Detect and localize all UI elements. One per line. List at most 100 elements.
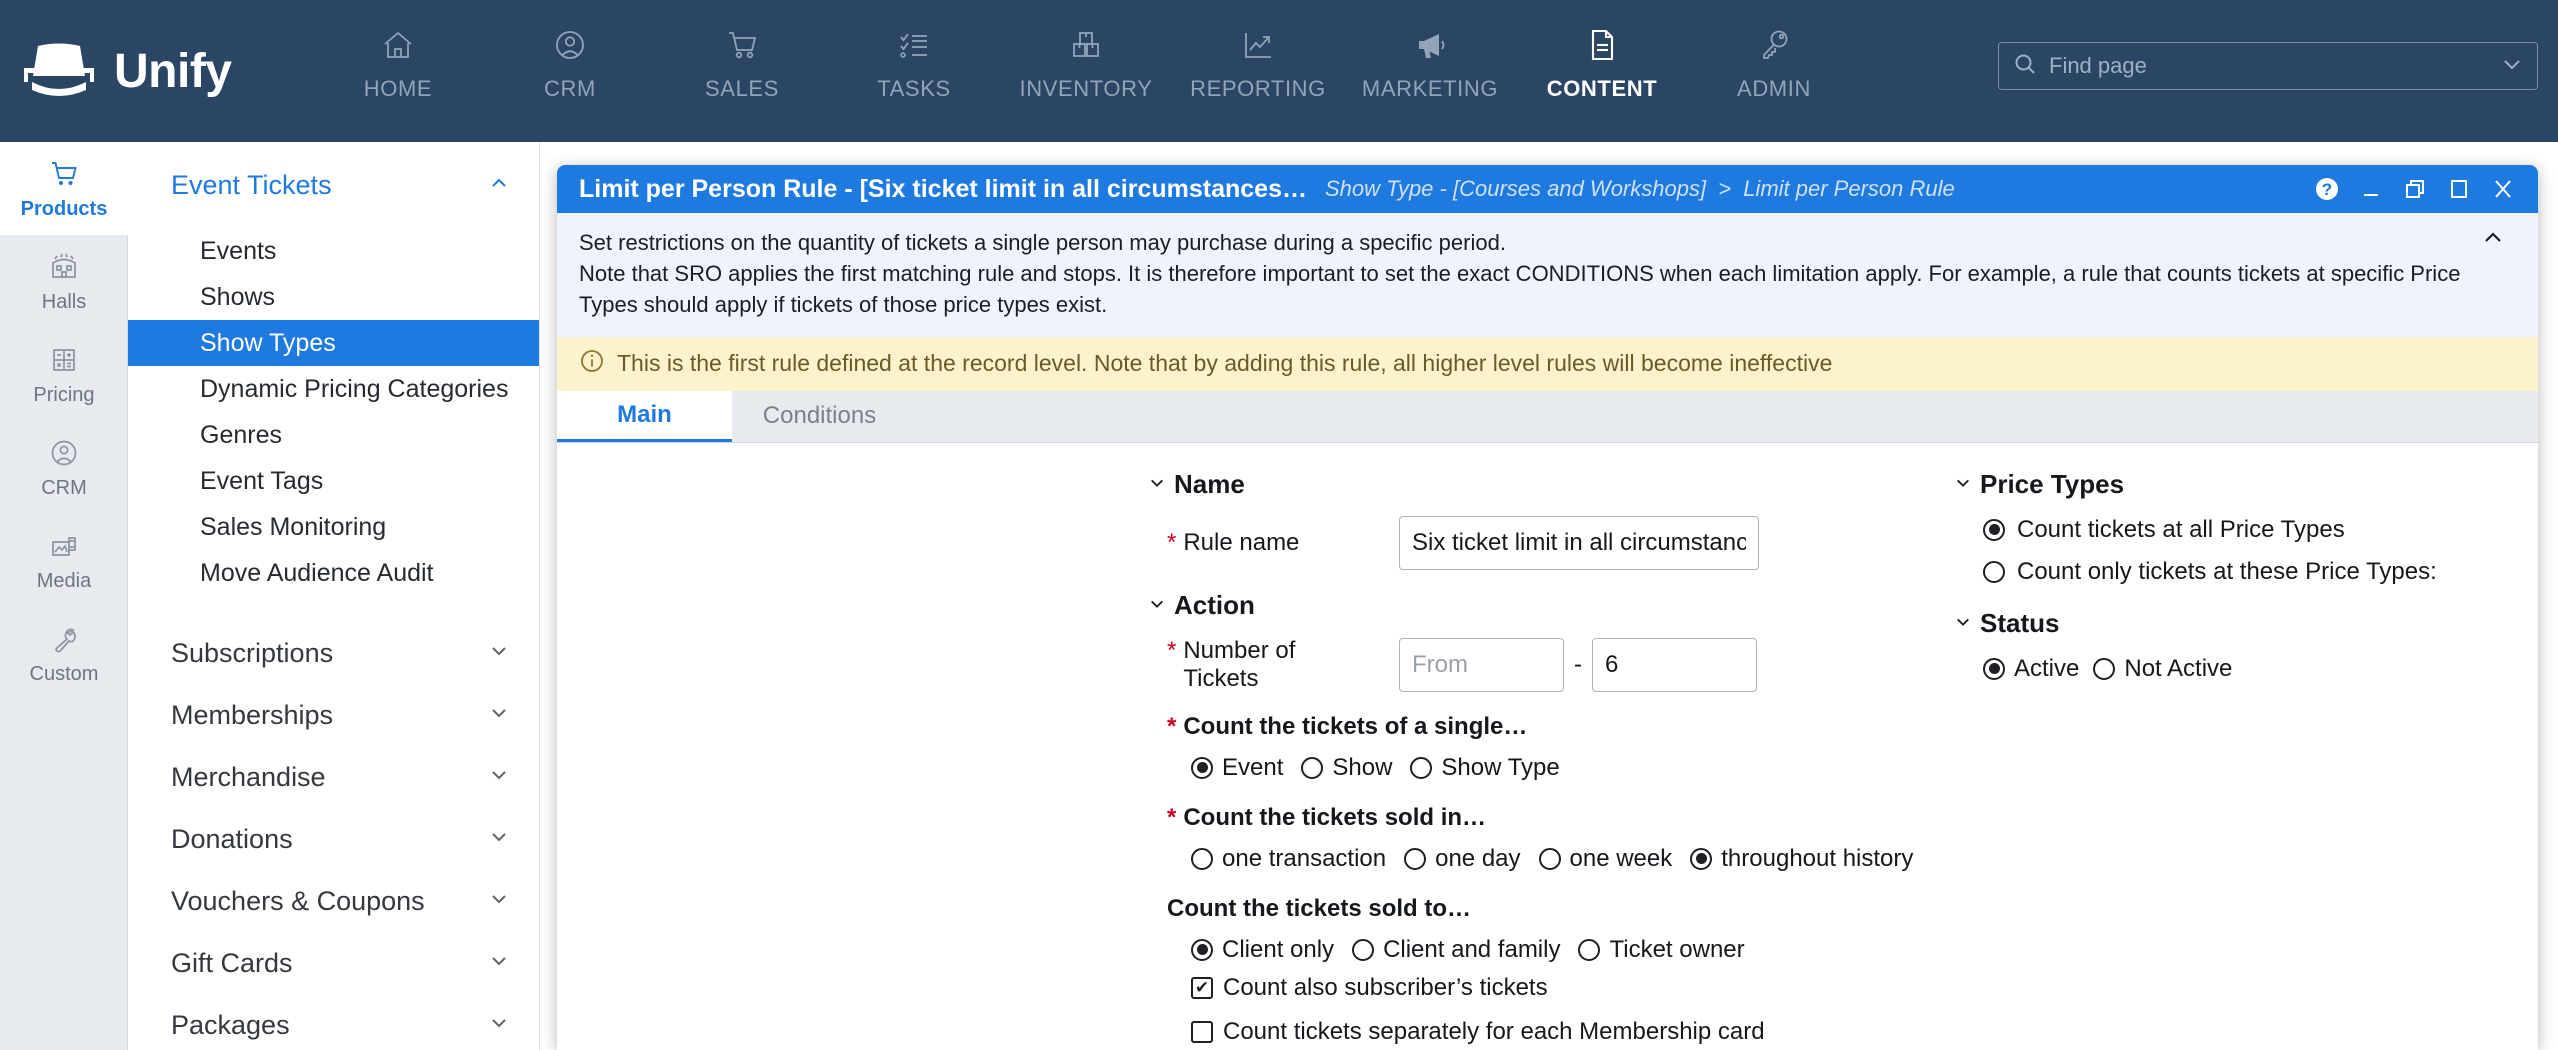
menu-link-events[interactable]: Events	[128, 228, 539, 274]
required-asterisk: *	[1167, 712, 1177, 740]
label-text: Count the tickets of a single…	[1183, 712, 1528, 740]
radio-option-ticket-owner[interactable]: Ticket owner	[1578, 936, 1745, 964]
radio-option-throughout-history[interactable]: throughout history	[1690, 845, 1913, 873]
radio-option-all-price-types[interactable]: Count tickets at all Price Types	[1983, 516, 2515, 544]
secondary-menu: Event Tickets Events Shows Show Types Dy…	[128, 142, 540, 1050]
menu-group-label: Subscriptions	[171, 637, 334, 668]
radio-label: Show Type	[1441, 753, 1560, 781]
section-title: Status	[1980, 607, 2060, 638]
limit-per-person-rule-dialog: Limit per Person Rule - [Six ticket limi…	[557, 165, 2538, 1050]
svg-text:?: ?	[2322, 180, 2332, 199]
required-asterisk: *	[1167, 803, 1177, 831]
radio-option-one-transaction[interactable]: one transaction	[1191, 845, 1386, 873]
menu-link-sales-monitoring[interactable]: Sales Monitoring	[128, 504, 539, 550]
required-asterisk: *	[1167, 528, 1177, 556]
checkbox-count-subscriber-tickets[interactable]: ✔ Count also subscriber’s tickets	[1149, 974, 2149, 1002]
breadcrumb-item-show-type[interactable]: Show Type - [Courses and Workshops]	[1325, 176, 1706, 201]
radio-option-show-type[interactable]: Show Type	[1410, 753, 1560, 782]
section-price-types[interactable]: Price Types	[1955, 469, 2515, 500]
rail-item-halls[interactable]: Halls	[0, 235, 128, 328]
collapse-description-chevron-up-icon[interactable]	[2482, 227, 2504, 253]
radio-option-event[interactable]: Event	[1191, 754, 1283, 782]
chevron-down-icon	[489, 827, 509, 851]
menu-link-dynamic-pricing-categories[interactable]: Dynamic Pricing Categories	[128, 366, 539, 412]
search-icon	[2013, 52, 2037, 81]
menu-group-memberships[interactable]: Memberships	[128, 684, 539, 746]
menu-group-donations[interactable]: Donations	[128, 808, 539, 870]
rule-name-input[interactable]	[1399, 515, 1759, 570]
rail-item-products[interactable]: Products	[0, 142, 128, 235]
chevron-down-icon	[489, 703, 509, 727]
radio-option-not-active[interactable]: Not Active	[2093, 655, 2232, 683]
nav-item-home[interactable]: HOME	[312, 22, 484, 122]
nav-label: ADMIN	[1737, 76, 1811, 101]
tab-main[interactable]: Main	[557, 390, 732, 442]
rail-item-custom[interactable]: Custom	[0, 607, 128, 700]
rail-item-pricing[interactable]: Pricing	[0, 328, 128, 421]
radio-indicator	[1191, 847, 1213, 870]
tickets-from-input[interactable]	[1399, 637, 1564, 692]
nav-item-crm[interactable]: CRM	[484, 22, 656, 122]
nav-label: REPORTING	[1190, 76, 1326, 101]
menu-group-vouchers-coupons[interactable]: Vouchers & Coupons	[128, 870, 539, 932]
maximize-button[interactable]	[2446, 176, 2472, 202]
nav-item-marketing[interactable]: MARKETING	[1344, 22, 1516, 122]
radio-option-one-week[interactable]: one week	[1538, 845, 1672, 873]
rail-label: CRM	[41, 476, 87, 499]
menu-group-merchandise[interactable]: Merchandise	[128, 746, 539, 808]
menu-link-move-audience-audit[interactable]: Move Audience Audit	[128, 550, 539, 596]
radio-option-active[interactable]: Active	[1983, 655, 2079, 683]
menu-group-label: Event Tickets	[171, 169, 332, 200]
radio-option-show[interactable]: Show	[1301, 754, 1392, 782]
section-title: Name	[1174, 468, 1245, 499]
cart-icon	[725, 22, 759, 68]
count-single-label: * Count the tickets of a single…	[1149, 713, 2149, 741]
menu-group-gift-cards[interactable]: Gift Cards	[128, 932, 539, 994]
menu-group-subscriptions[interactable]: Subscriptions	[128, 622, 539, 684]
count-sold-to-radio-group: Client only Client and family Ticket own…	[1149, 936, 2149, 964]
checkbox-count-separately-membership[interactable]: Count tickets separately for each Member…	[1149, 1018, 2149, 1046]
nav-item-reporting[interactable]: REPORTING	[1172, 22, 1344, 122]
menu-link-shows[interactable]: Shows	[128, 274, 539, 320]
radio-option-client-and-family[interactable]: Client and family	[1352, 936, 1560, 964]
tab-conditions[interactable]: Conditions	[732, 391, 907, 442]
close-button[interactable]	[2490, 176, 2516, 202]
user-circle-icon	[49, 436, 79, 470]
section-status[interactable]: Status	[1955, 608, 2515, 639]
description-line-1: Set restrictions on the quantity of tick…	[579, 230, 1506, 255]
chevron-down-icon[interactable]	[2501, 53, 2523, 80]
radio-indicator	[1690, 847, 1713, 870]
help-icon[interactable]: ?	[2314, 176, 2340, 202]
radio-indicator	[1191, 756, 1213, 779]
menu-group-event-tickets[interactable]: Event Tickets	[128, 154, 539, 216]
form-right-column: Price Types Count tickets at all Price T…	[1955, 469, 2515, 683]
home-icon	[381, 22, 415, 68]
nav-item-tasks[interactable]: TASKS	[828, 22, 1000, 122]
rail-item-crm[interactable]: CRM	[0, 421, 128, 514]
section-title: Action	[1174, 589, 1255, 620]
brand-logo[interactable]: Unify	[22, 40, 312, 102]
calculator-icon	[49, 343, 79, 377]
radio-indicator	[2093, 657, 2116, 680]
nav-item-inventory[interactable]: INVENTORY	[1000, 22, 1172, 122]
menu-link-genres[interactable]: Genres	[128, 412, 539, 458]
breadcrumb-item-rule[interactable]: Limit per Person Rule	[1743, 176, 1955, 201]
menu-link-show-types[interactable]: Show Types	[128, 320, 539, 366]
radio-indicator	[1404, 847, 1427, 870]
restore-button[interactable]	[2402, 176, 2428, 202]
radio-option-one-day[interactable]: one day	[1404, 845, 1521, 873]
nav-item-admin[interactable]: ADMIN	[1688, 22, 1860, 122]
nav-item-sales[interactable]: SALES	[656, 22, 828, 122]
checkbox-indicator: ✔	[1191, 976, 1213, 999]
rail-item-media[interactable]: Media	[0, 514, 128, 607]
radio-option-client-only[interactable]: Client only	[1191, 936, 1334, 964]
radio-option-only-these-price-types[interactable]: Count only tickets at these Price Types:	[1983, 558, 2515, 586]
media-icon	[49, 529, 79, 563]
tickets-to-input[interactable]	[1592, 637, 1757, 692]
find-page-search[interactable]: Find page	[1998, 42, 2538, 90]
menu-group-packages[interactable]: Packages	[128, 994, 539, 1050]
minimize-button[interactable]	[2358, 176, 2384, 202]
menu-link-event-tags[interactable]: Event Tags	[128, 458, 539, 504]
radio-label: Event	[1222, 753, 1284, 781]
nav-item-content[interactable]: CONTENT	[1516, 22, 1688, 122]
